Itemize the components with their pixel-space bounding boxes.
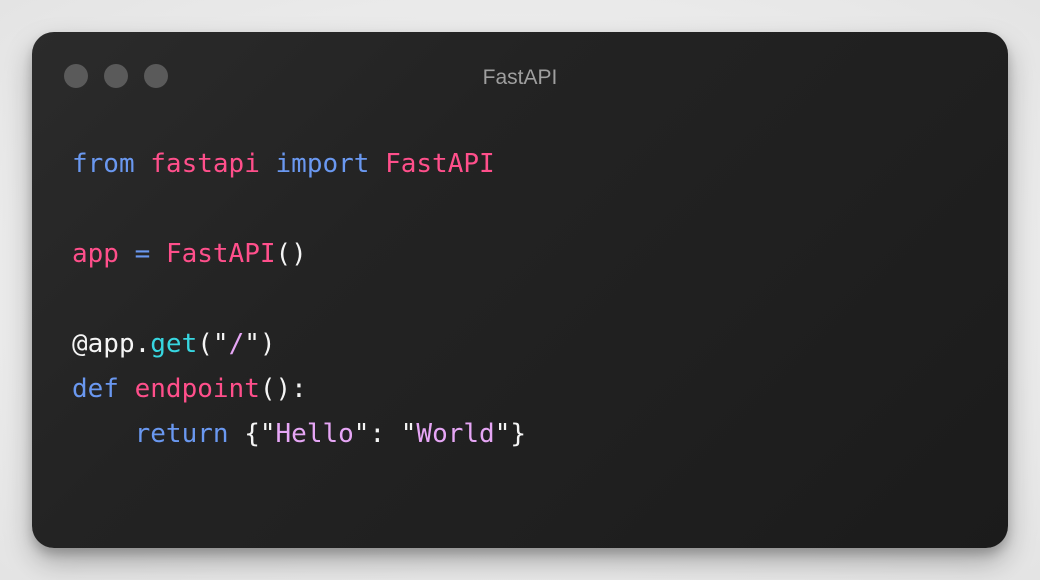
- code-line: app = FastAPI(): [72, 232, 526, 277]
- code-token-plain: (): [275, 239, 307, 269]
- code-token-identifier: app: [72, 239, 119, 269]
- code-token-method: get: [150, 329, 198, 359]
- window-titlebar: FastAPI: [32, 32, 1008, 122]
- code-line: def endpoint():: [72, 367, 526, 412]
- code-token-string: /: [228, 329, 245, 359]
- code-token-keyword: from: [72, 149, 135, 179]
- code-window: FastAPI from fastapi import FastAPI app =…: [32, 32, 1008, 548]
- code-token-string: World: [416, 419, 495, 449]
- code-token-plain: {": [228, 419, 276, 449]
- code-line: @app.get("/"): [72, 322, 526, 367]
- code-token-plain: ": ": [353, 419, 417, 449]
- code-token-plain: "): [244, 329, 276, 359]
- code-token-plain: (": [197, 329, 229, 359]
- code-token-identifier: fastapi: [150, 149, 260, 179]
- code-token-keyword: =: [134, 239, 151, 269]
- code-token-keyword: return: [134, 419, 229, 449]
- code-token-identifier: endpoint: [134, 374, 260, 404]
- code-token-keyword: def: [72, 374, 119, 404]
- code-token-keyword: import: [275, 149, 370, 179]
- code-token-identifier: FastAPI: [165, 239, 276, 269]
- code-token-plain: "}: [494, 419, 527, 449]
- code-token-string: Hello: [275, 419, 354, 449]
- code-token-plain: ():: [259, 374, 307, 404]
- code-line: from fastapi import FastAPI: [72, 142, 526, 187]
- code-token-identifier: FastAPI: [385, 149, 495, 179]
- code-line: return {"Hello": "World"}: [72, 412, 526, 457]
- code-block: from fastapi import FastAPI app = FastAPI…: [72, 142, 526, 457]
- window-title: FastAPI: [482, 66, 558, 89]
- code-token-plain: @app.: [72, 329, 151, 359]
